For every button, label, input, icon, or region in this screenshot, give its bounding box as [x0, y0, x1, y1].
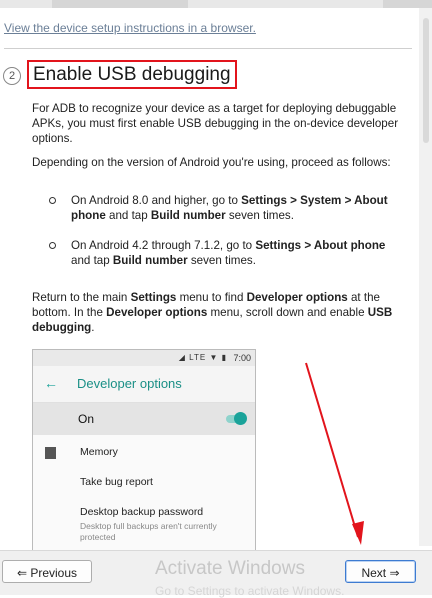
bold-text: Developer options [246, 291, 348, 304]
desktop-backup-row: Desktop backup password Desktop full bac… [33, 495, 255, 551]
memory-label: Memory [80, 446, 118, 458]
text: Return to the main [32, 291, 131, 304]
bullet-text: and tap [105, 209, 151, 222]
bullet-icon [49, 242, 56, 249]
bold-text: Developer options [106, 306, 208, 319]
scrollbar-thumb[interactable] [423, 18, 429, 143]
browser-instructions-link[interactable]: View the device setup instructions in a … [4, 21, 256, 35]
bullet-icon [49, 197, 56, 204]
browser-tab-right[interactable] [383, 0, 432, 8]
browser-top-strip [0, 0, 432, 8]
bug-report-label: Take bug report [80, 476, 153, 488]
scrollbar[interactable] [419, 8, 432, 546]
activate-windows-subtext: Go to Settings to activate Windows. [155, 584, 345, 598]
return-paragraph: Return to the main Settings menu to find… [32, 290, 402, 335]
on-label: On [78, 412, 95, 426]
phone-app-bar: ← Developer options [33, 366, 255, 403]
browser-tab[interactable] [52, 0, 188, 8]
step-number-badge: 2 [3, 67, 21, 85]
next-button[interactable]: Next ⇒ [345, 560, 416, 583]
next-arrow-icon: ⇒ [386, 566, 400, 580]
phone-title: Developer options [77, 376, 182, 391]
bullet-bold: Settings > About phone [255, 239, 386, 252]
desktop-backup-label: Desktop backup password [80, 506, 204, 518]
toggle-knob [234, 412, 247, 425]
text: . [91, 321, 95, 334]
text: menu, scroll down and enable [207, 306, 368, 319]
previous-arrow-icon: ⇐ [16, 566, 31, 580]
previous-button[interactable]: ⇐ Previous [2, 560, 92, 583]
previous-label: Previous [30, 566, 78, 580]
activate-windows-watermark: Activate Windows [155, 558, 305, 579]
text: menu to find [176, 291, 247, 304]
phone-time: 7:00 [233, 353, 251, 363]
bullet-text: and tap [71, 254, 113, 267]
memory-row: Memory [33, 435, 255, 465]
bullet-text: seven times. [225, 209, 294, 222]
step-title: Enable USB debugging [27, 60, 237, 89]
back-arrow-icon: ← [44, 375, 58, 391]
bullet-text: On Android 4.2 through 7.1.2, go to [71, 239, 256, 252]
bullet-text: seven times. [187, 254, 256, 267]
signal-icon: ◢ LTE ▼ ▮ [178, 353, 227, 362]
next-label: Next [361, 566, 387, 580]
bullet-bold: Build number [150, 209, 226, 222]
divider [4, 48, 412, 49]
bold-text: Settings [130, 291, 177, 304]
developer-options-toggle-row: On [33, 403, 255, 435]
bullet-android-8: On Android 8.0 and higher, go to Setting… [71, 193, 401, 223]
phone-status-bar: ◢ LTE ▼ ▮ 7:00 [33, 350, 255, 366]
bullet-android-4: On Android 4.2 through 7.1.2, go to Sett… [71, 238, 401, 268]
desktop-backup-subtext: Desktop full backups aren't currently pr… [80, 521, 217, 542]
toggle-switch [226, 412, 247, 425]
version-paragraph: Depending on the version of Android you'… [32, 156, 391, 169]
bullet-bold: Build number [112, 254, 188, 267]
phone-screenshot: ◢ LTE ▼ ▮ 7:00 ← Developer options On Me… [32, 349, 256, 552]
bug-report-row: Take bug report [33, 465, 255, 495]
lte-label: LTE [189, 353, 207, 362]
memory-icon [45, 447, 56, 459]
intro-paragraph: For ADB to recognize your device as a ta… [32, 102, 399, 145]
bullet-text: On Android 8.0 and higher, go to [71, 194, 242, 207]
